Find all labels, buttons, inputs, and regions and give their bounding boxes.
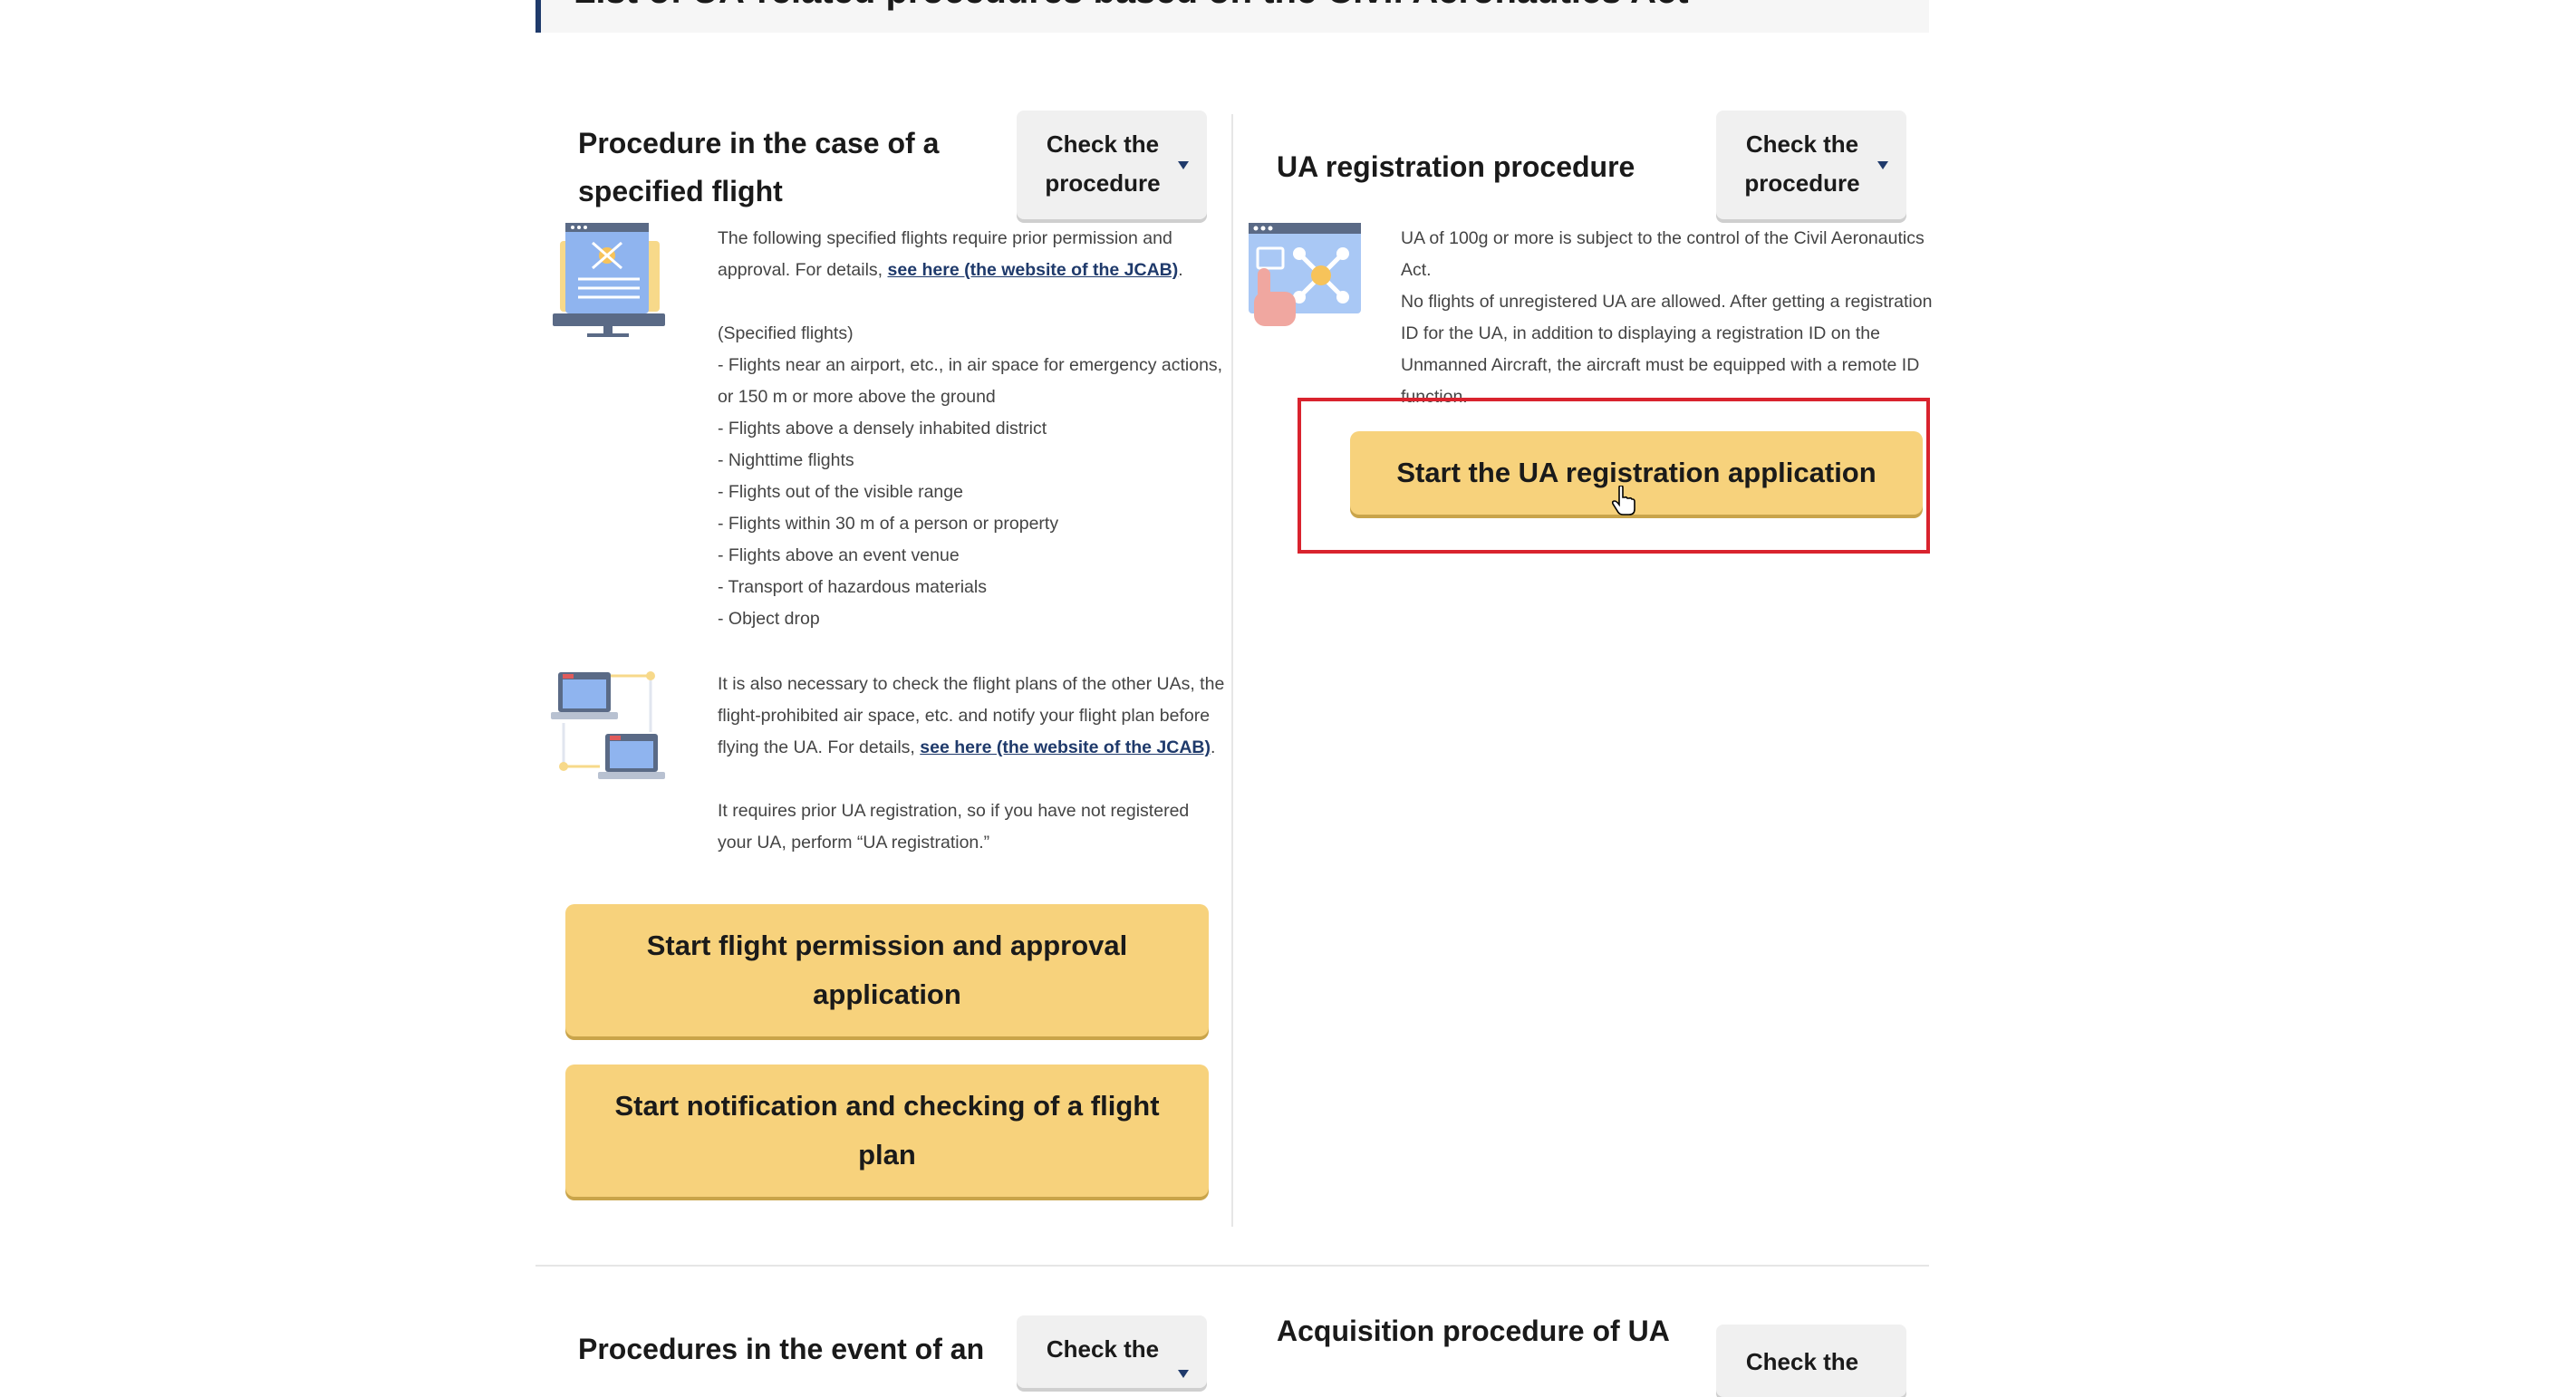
registration-text: No flights of unregistered UA are allowe… <box>1401 292 1933 407</box>
check-button-label: Check the procedure <box>1035 125 1171 203</box>
start-flight-plan-notification-button[interactable]: Start notification and checking of a fli… <box>565 1065 1209 1197</box>
specified-flight-description: The following specified flights require … <box>718 223 1225 635</box>
ua-registration-description: UA of 100g or more is subject to the con… <box>1401 223 1935 413</box>
plan-paragraph: It is also necessary to check the flight… <box>718 669 1225 764</box>
list-item: - Flights above a densely inhabited dist… <box>718 419 1047 438</box>
list-item: - Object drop <box>718 609 820 629</box>
list-item: - Transport of hazardous materials <box>718 577 987 597</box>
chevron-down-icon <box>1877 161 1888 169</box>
check-line: Check the <box>1745 130 1859 158</box>
button-label: Start flight permission and approval app… <box>646 930 1128 1010</box>
hand-pointer-icon <box>1250 268 1299 328</box>
jcab-link[interactable]: see here (the website of the JCAB) <box>888 260 1179 280</box>
network-computers-icon <box>549 669 667 781</box>
plan-text-end: . <box>1211 737 1216 757</box>
specified-flight-title: Procedure in the case of a specified fli… <box>578 120 977 216</box>
highlight-box <box>1298 398 1930 554</box>
check-line: procedure <box>1744 169 1860 197</box>
check-procedure-button-specified-flight[interactable]: Check the procedure <box>1017 111 1207 219</box>
jcab-link[interactable]: see here (the website of the JCAB) <box>920 737 1211 757</box>
row-divider <box>535 1265 1929 1267</box>
list-item: - Flights near an airport, etc., in air … <box>718 355 1223 407</box>
specified-flight-list: - Flights near an airport, etc., in air … <box>718 350 1225 635</box>
column-divider <box>1231 114 1233 1227</box>
flight-plan-description: It is also necessary to check the flight… <box>718 669 1225 859</box>
list-item: - Nighttime flights <box>718 450 854 470</box>
check-button-label: Check the procedure <box>1734 125 1870 203</box>
check-button-label: Check the <box>1745 1348 1859 1375</box>
list-item: - Flights out of the visible range <box>718 482 963 502</box>
list-item: - Flights above an event venue <box>718 545 960 565</box>
section-heading-text: List of UA-related procedures based on t… <box>574 0 1689 12</box>
title-line: specified flight <box>578 175 783 207</box>
start-permission-application-button[interactable]: Start flight permission and approval app… <box>565 904 1209 1036</box>
registration-text: UA of 100g or more is subject to the con… <box>1401 228 1925 280</box>
check-procedure-button-accident[interactable]: Check the <box>1017 1315 1207 1388</box>
intro-text-end: . <box>1178 260 1183 280</box>
section-heading: List of UA-related procedures based on t… <box>535 0 1929 33</box>
accident-procedure-title: Procedures in the event of an <box>578 1333 985 1365</box>
check-button-label: Check the <box>1046 1335 1160 1363</box>
check-procedure-button-acquisition[interactable]: Check the <box>1716 1325 1906 1397</box>
check-line: procedure <box>1045 169 1161 197</box>
list-item: - Flights within 30 m of a person or pro… <box>718 514 1059 534</box>
list-heading: (Specified flights) <box>718 323 854 343</box>
check-procedure-button-registration[interactable]: Check the procedure <box>1716 111 1906 219</box>
check-line: Check the <box>1046 130 1160 158</box>
title-line: Procedure in the case of a <box>578 127 940 159</box>
intro-paragraph: The following specified flights require … <box>718 223 1225 286</box>
ua-registration-title: UA registration procedure <box>1277 150 1635 183</box>
chevron-down-icon <box>1178 161 1189 169</box>
hand-cursor-icon <box>1611 485 1636 521</box>
acquisition-procedure-title: Acquisition procedure of UA <box>1277 1315 1670 1347</box>
chevron-down-icon <box>1178 1370 1189 1378</box>
registration-note: It requires prior UA registration, so if… <box>718 801 1190 853</box>
button-label: Start notification and checking of a fli… <box>614 1090 1160 1171</box>
monitor-drone-icon <box>551 223 665 339</box>
